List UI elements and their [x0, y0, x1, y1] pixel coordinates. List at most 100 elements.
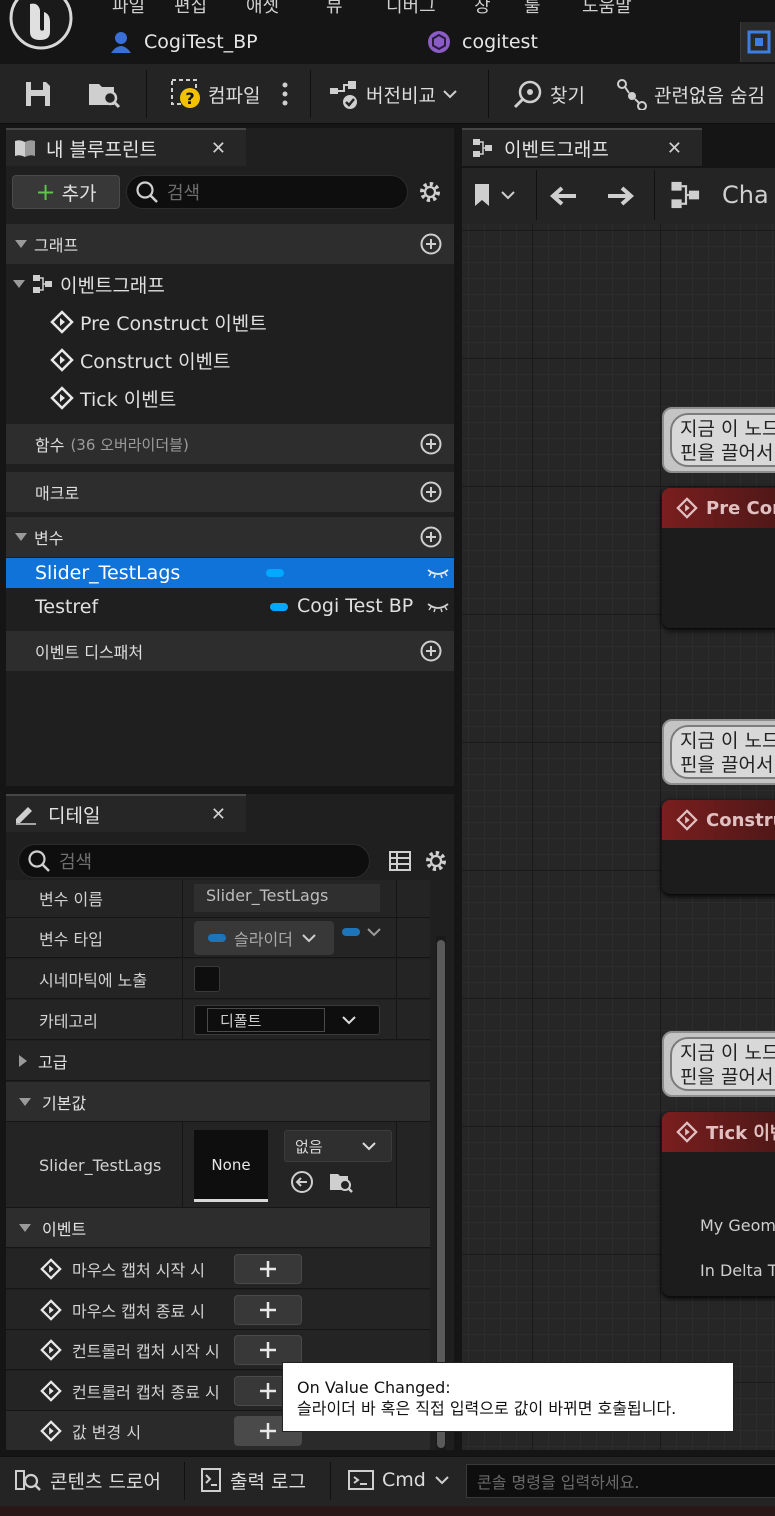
event-diamond-icon — [676, 809, 698, 831]
add-event-button[interactable] — [234, 1335, 302, 1365]
chevron-down-icon[interactable] — [341, 1014, 357, 1026]
section-functions[interactable]: 함수 (36 오버라이더블) — [6, 424, 454, 464]
add-event-button[interactable] — [234, 1254, 302, 1284]
comment-bubble[interactable]: 지금 이 노드 핀을 끌어서 — [662, 719, 775, 785]
section-graphs[interactable]: 그래프 — [6, 224, 454, 264]
variable-type-dropdown[interactable]: 슬라이더 — [194, 921, 334, 955]
add-graph-button[interactable] — [420, 233, 442, 255]
tree-event-graph[interactable]: 이벤트그래프 — [12, 267, 165, 301]
graph-breadcrumb[interactable]: Cha — [670, 180, 769, 210]
menu-window[interactable]: 창 — [474, 0, 491, 18]
chevron-down-icon — [366, 926, 382, 938]
event-label-wrap: 값 변경 시 — [40, 1411, 141, 1451]
close-icon[interactable]: ✕ — [211, 804, 226, 825]
save-button[interactable] — [22, 72, 54, 116]
add-event-button[interactable] — [234, 1295, 302, 1325]
tree-event-construct[interactable]: Construct 이벤트 — [50, 343, 231, 377]
menu-help[interactable]: 도움말 — [582, 0, 632, 18]
property-label: 카테고리 — [39, 1012, 98, 1031]
add-button[interactable]: + 추가 — [12, 175, 120, 209]
browse-asset-icon[interactable] — [328, 1170, 354, 1194]
divider — [396, 1000, 397, 1039]
compile-options-button[interactable] — [280, 72, 290, 116]
compile-button[interactable]: ? 컴파일 — [170, 72, 260, 116]
cinematic-checkbox[interactable] — [194, 966, 220, 992]
variable-name-field[interactable]: Slider_TestLags — [194, 884, 380, 912]
node-header: Constru — [662, 800, 775, 840]
console-command-input[interactable]: 콘솔 명령을 입력하세요. — [466, 1464, 775, 1498]
use-selected-arrow-icon[interactable] — [290, 1170, 314, 1194]
toolbar-separator — [654, 170, 655, 220]
close-icon[interactable]: ✕ — [211, 138, 226, 159]
tree-label: Construct 이벤트 — [80, 350, 231, 373]
bookmark-dropdown[interactable] — [472, 182, 516, 208]
eye-closed-icon[interactable] — [426, 598, 450, 616]
menu-view[interactable]: 뷰 — [326, 0, 343, 18]
add-dispatcher-button[interactable] — [420, 640, 442, 662]
tree-event-tick[interactable]: Tick 이벤트 — [50, 381, 176, 415]
diff-button[interactable]: 버전비교 — [328, 72, 458, 116]
menu-file[interactable]: 파일 — [112, 0, 145, 18]
output-log-button[interactable]: 출력 로그 — [200, 1460, 306, 1500]
category-advanced[interactable]: 고급 — [6, 1041, 430, 1081]
content-drawer-button[interactable]: 콘텐츠 드로어 — [14, 1460, 161, 1500]
event-diamond-icon — [40, 1339, 62, 1361]
comment-text: 지금 이 노드 핀을 끌어서 — [670, 725, 775, 779]
hide-unrelated-button[interactable]: 관련없음 숨김 — [616, 72, 765, 116]
node-event-pre-construct[interactable]: Pre Con — [662, 488, 775, 628]
node-pin-label: In Delta T — [700, 1261, 775, 1280]
add-macro-button[interactable] — [420, 481, 442, 503]
divider — [396, 880, 397, 917]
eye-closed-icon[interactable] — [426, 564, 450, 582]
tree-event-pre-construct[interactable]: Pre Construct 이벤트 — [50, 305, 267, 339]
variable-row-testref[interactable]: Testref Cogi Test BP — [6, 592, 454, 622]
comment-text: 지금 이 노드 핀을 끌어서 — [670, 413, 775, 467]
divider — [182, 959, 183, 998]
node-event-tick[interactable]: Tick 이벤 My Geom In Delta T — [662, 1112, 775, 1296]
forward-arrow-icon[interactable] — [606, 184, 636, 208]
category-events[interactable]: 이벤트 — [6, 1208, 430, 1248]
tab-event-graph[interactable]: 이벤트그래프 ✕ — [462, 128, 702, 166]
browse-button[interactable] — [86, 72, 122, 116]
section-macros[interactable]: 매크로 — [6, 472, 454, 512]
tab-my-blueprint[interactable]: 내 블루프린트 ✕ — [6, 128, 246, 166]
property-matrix-icon[interactable] — [388, 849, 412, 873]
unreal-logo-icon[interactable] — [8, 0, 74, 50]
toolbar-separator — [184, 1462, 185, 1500]
plus-icon — [260, 1302, 276, 1318]
comment-bubble[interactable]: 지금 이 노드 핀을 끌어서 — [662, 407, 775, 473]
divider — [396, 1122, 397, 1207]
category-value[interactable]: 디폴트 — [207, 1008, 325, 1032]
menu-asset[interactable]: 애셋 — [246, 0, 279, 18]
comment-bubble[interactable]: 지금 이 노드 핀을 끌어서 — [662, 1031, 775, 1097]
tab-cogitest[interactable]: cogitest — [426, 24, 538, 60]
tab-details[interactable]: 디테일 ✕ — [6, 794, 246, 832]
back-arrow-icon[interactable] — [548, 184, 578, 208]
category-default-value[interactable]: 기본값 — [6, 1082, 430, 1122]
details-search-input[interactable]: 검색 — [18, 844, 370, 878]
container-type-dropdown[interactable] — [342, 926, 382, 938]
tab-cogitest-bp[interactable]: CogiTest_BP — [108, 24, 258, 60]
add-variable-button[interactable] — [420, 526, 442, 548]
add-function-button[interactable] — [420, 433, 442, 455]
widget-designer-icon[interactable] — [740, 22, 775, 62]
close-icon[interactable]: ✕ — [667, 138, 682, 159]
menu-tools[interactable]: 툴 — [524, 0, 541, 18]
section-label: 함수 — [35, 436, 65, 455]
node-title: Constru — [706, 809, 775, 831]
event-label: 값 변경 시 — [72, 1423, 142, 1442]
menu-edit[interactable]: 편집 — [174, 0, 207, 18]
asset-picker-dropdown[interactable]: 없음 — [284, 1130, 392, 1162]
node-event-construct[interactable]: Constru — [662, 800, 775, 894]
asset-thumbnail[interactable]: None — [194, 1130, 268, 1202]
gear-icon[interactable] — [418, 180, 442, 204]
find-button[interactable]: 찾기 — [512, 72, 585, 116]
section-event-dispatchers[interactable]: 이벤트 디스패처 — [6, 631, 454, 671]
cmd-dropdown[interactable]: Cmd — [348, 1460, 450, 1500]
gear-icon[interactable] — [424, 849, 448, 873]
menu-debug[interactable]: 디버그 — [386, 0, 436, 18]
category-combobox[interactable]: 디폴트 — [194, 1005, 380, 1035]
blueprint-search-input[interactable]: 검색 — [126, 175, 408, 209]
variable-row-slider[interactable]: Slider_TestLags — [6, 558, 454, 588]
section-variables[interactable]: 변수 — [6, 517, 454, 557]
